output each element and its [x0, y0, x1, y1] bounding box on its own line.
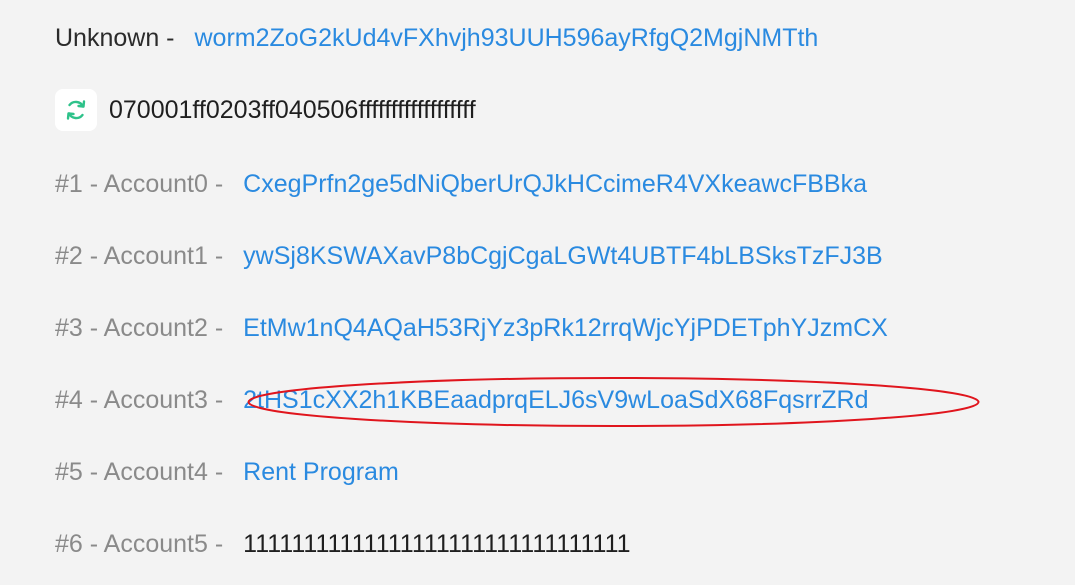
- account-address-link[interactable]: CxegPrfn2ge5dNiQberUrQJkHCcimeR4VXkeawcF…: [243, 170, 867, 199]
- program-label: Unknown -: [55, 23, 175, 52]
- account-row: #4 - Account3 - 2tHS1cXX2h1KBEaadprqELJ6…: [55, 380, 869, 420]
- account-label: #2 - Account1 -: [55, 241, 224, 270]
- account-address-link[interactable]: 2tHS1cXX2h1KBEaadprqELJ6sV9wLoaSdX68Fqsr…: [243, 386, 868, 415]
- account-row: #2 - Account1 - ywSj8KSWAXavP8bCgjCgaLGW…: [55, 236, 883, 276]
- rent-program-link[interactable]: Rent Program: [243, 458, 399, 487]
- account-row: #5 - Account4 - Rent Program: [55, 452, 399, 492]
- account-row: #3 - Account2 - EtMw1nQ4AQaH53RjYz3pRk12…: [55, 308, 888, 348]
- account-label: #5 - Account4 -: [55, 457, 224, 486]
- account-label: #1 - Account0 -: [55, 169, 224, 198]
- account-label: #6 - Account5 -: [55, 529, 224, 558]
- account-row: #6 - Account5 - 111111111111111111111111…: [55, 524, 631, 564]
- account-label: #4 - Account3 -: [55, 385, 224, 414]
- program-row: Unknown - worm2ZoG2kUd4vFXhvjh93UUH596ay…: [55, 18, 818, 58]
- program-address-link[interactable]: worm2ZoG2kUd4vFXhvjh93UUH596ayRfgQ2MgjNM…: [195, 24, 819, 53]
- account-address-link[interactable]: EtMw1nQ4AQaH53RjYz3pRk12rrqWjcYjPDETphYJ…: [243, 314, 888, 343]
- instruction-data-row: 070001ff0203ff040506ffffffffffffffffff: [55, 89, 476, 131]
- refresh-icon[interactable]: [55, 89, 97, 131]
- account-label: #3 - Account2 -: [55, 313, 224, 342]
- account-address-link[interactable]: ywSj8KSWAXavP8bCgjCgaLGWt4UBTF4bLBSksTzF…: [243, 242, 883, 271]
- account-row: #1 - Account0 - CxegPrfn2ge5dNiQberUrQJk…: [55, 164, 867, 204]
- instruction-data-hex: 070001ff0203ff040506ffffffffffffffffff: [109, 95, 476, 124]
- system-program-address: 11111111111111111111111111111111: [243, 529, 631, 558]
